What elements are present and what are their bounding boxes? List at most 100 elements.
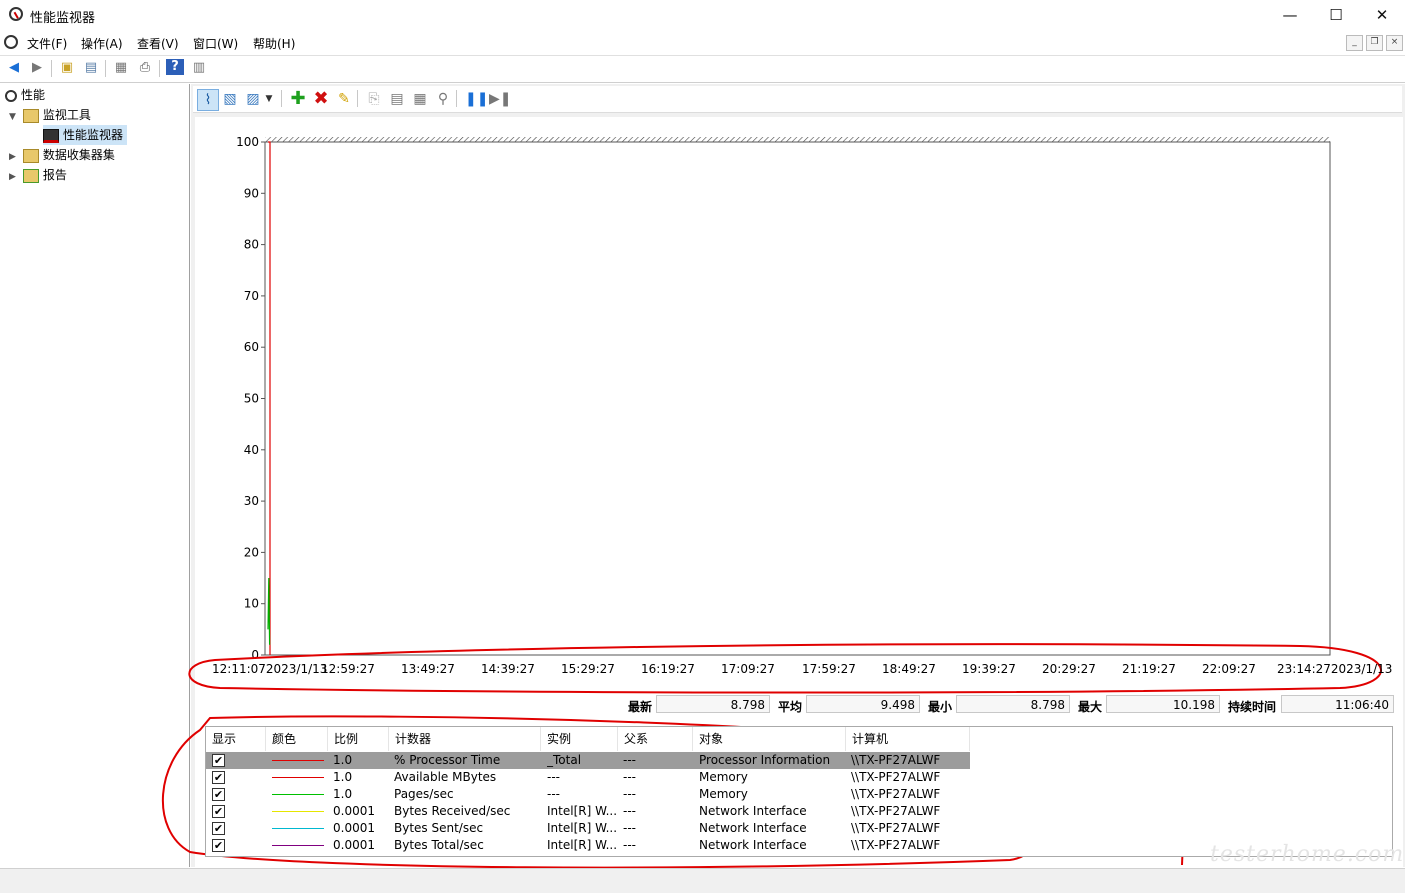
computer-cell: \\TX-PF27ALWF <box>851 821 941 835</box>
object-cell: Network Interface <box>699 821 807 835</box>
scale-cell: 0.0001 <box>333 821 375 835</box>
instance-cell: _Total <box>547 753 582 767</box>
plot-frame <box>264 141 1331 656</box>
color-swatch <box>272 845 324 846</box>
scale-cell: 1.0 <box>333 787 353 801</box>
y-tick-label: 50 <box>244 392 259 406</box>
parent-cell: --- <box>623 821 636 835</box>
instance-cell: Intel[R] W... <box>547 804 617 818</box>
x-tick-label: 23:14:272023/1/13 <box>1277 662 1393 676</box>
show-checkbox[interactable]: ✔ <box>212 822 225 835</box>
col-header-instance[interactable]: 实例 <box>541 727 618 751</box>
latest-value: 8.798 <box>656 695 770 713</box>
x-tick-label: 12:59:27 <box>321 662 375 676</box>
min-value: 8.798 <box>956 695 1070 713</box>
status-bar <box>0 868 1405 893</box>
scale-cell: 1.0 <box>333 770 353 784</box>
min-label: 最小 <box>928 700 953 714</box>
instance-cell: --- <box>547 770 560 784</box>
show-checkbox[interactable]: ✔ <box>212 754 225 767</box>
scale-cell: 0.0001 <box>333 838 375 852</box>
parent-cell: --- <box>623 804 636 818</box>
time-progress-bar <box>265 137 1330 142</box>
computer-cell: \\TX-PF27ALWF <box>851 787 941 801</box>
object-cell: Processor Information <box>699 753 831 767</box>
computer-cell: \\TX-PF27ALWF <box>851 753 941 767</box>
instance-cell: Intel[R] W... <box>547 838 617 852</box>
average-value: 9.498 <box>806 695 920 713</box>
col-header-object[interactable]: 对象 <box>693 727 846 751</box>
parent-cell: --- <box>623 753 636 767</box>
counter-cell: Bytes Received/sec <box>394 804 511 818</box>
counter-row[interactable]: ✔ 0.0001 Bytes Sent/sec Intel[R] W... --- Net… <box>206 820 970 837</box>
counter-row[interactable]: ✔ 1.0 % Processor Time _Total --- Processor I… <box>206 752 970 769</box>
col-header-computer[interactable]: 计算机 <box>846 727 970 751</box>
counter-cell: % Processor Time <box>394 753 501 767</box>
x-tick-label: 20:29:27 <box>1042 662 1096 676</box>
latest-label: 最新 <box>628 700 653 714</box>
y-tick-label: 90 <box>244 186 259 200</box>
y-tick-label: 0 <box>251 648 259 662</box>
y-tick-label: 30 <box>244 494 259 508</box>
color-swatch <box>272 760 324 761</box>
scale-cell: 0.0001 <box>333 804 375 818</box>
object-cell: Memory <box>699 770 748 784</box>
x-tick-label: 12:11:072023/1/13 <box>212 662 328 676</box>
watermark: testerhome.com <box>1210 842 1405 867</box>
x-tick-label: 15:29:27 <box>561 662 615 676</box>
col-header-scale[interactable]: 比例 <box>328 727 389 751</box>
y-tick-label: 60 <box>244 340 259 354</box>
color-swatch <box>272 828 324 829</box>
max-value: 10.198 <box>1106 695 1220 713</box>
col-header-parent[interactable]: 父系 <box>618 727 693 751</box>
computer-cell: \\TX-PF27ALWF <box>851 838 941 852</box>
show-checkbox[interactable]: ✔ <box>212 788 225 801</box>
object-cell: Network Interface <box>699 804 807 818</box>
counter-cell: Available MBytes <box>394 770 497 784</box>
x-tick-label: 21:19:27 <box>1122 662 1176 676</box>
counter-row[interactable]: ✔ 1.0 Pages/sec --- --- Memory \\TX-PF27ALWF <box>206 786 970 803</box>
show-checkbox[interactable]: ✔ <box>212 771 225 784</box>
counter-cell: Bytes Total/sec <box>394 838 484 852</box>
parent-cell: --- <box>623 787 636 801</box>
parent-cell: --- <box>623 770 636 784</box>
col-header-color[interactable]: 颜色 <box>266 727 328 751</box>
counter-cell: Pages/sec <box>394 787 454 801</box>
x-tick-label: 17:59:27 <box>802 662 856 676</box>
y-tick-label: 100 <box>236 135 259 149</box>
computer-cell: \\TX-PF27ALWF <box>851 804 941 818</box>
instance-cell: Intel[R] W... <box>547 821 617 835</box>
counter-row[interactable]: ✔ 0.0001 Bytes Total/sec Intel[R] W... --- Ne… <box>206 837 970 854</box>
y-tick-label: 40 <box>244 443 259 457</box>
y-tick-label: 80 <box>244 238 259 252</box>
object-cell: Network Interface <box>699 838 807 852</box>
col-header-show[interactable]: 显示 <box>206 727 266 751</box>
y-tick-label: 70 <box>244 289 259 303</box>
counter-row[interactable]: ✔ 1.0 Available MBytes --- --- Memory \\TX-PF2… <box>206 769 970 786</box>
counter-legend-table: 显示 颜色 比例 计数器 实例 父系 对象 计算机 ✔ 1.0 % Processo… <box>205 726 1393 857</box>
x-tick-label: 17:09:27 <box>721 662 775 676</box>
x-tick-label: 22:09:27 <box>1202 662 1256 676</box>
x-tick-label: 16:19:27 <box>641 662 695 676</box>
duration-value: 11:06:40 <box>1281 695 1394 713</box>
color-swatch <box>272 811 324 812</box>
max-label: 最大 <box>1078 700 1103 714</box>
show-checkbox[interactable]: ✔ <box>212 839 225 852</box>
parent-cell: --- <box>623 838 636 852</box>
duration-label: 持续时间 <box>1228 700 1277 714</box>
y-tick-label: 10 <box>244 597 259 611</box>
col-header-counter[interactable]: 计数器 <box>389 727 541 751</box>
color-swatch <box>272 777 324 778</box>
object-cell: Memory <box>699 787 748 801</box>
average-label: 平均 <box>778 700 803 714</box>
x-tick-label: 14:39:27 <box>481 662 535 676</box>
show-checkbox[interactable]: ✔ <box>212 805 225 818</box>
scale-cell: 1.0 <box>333 753 353 767</box>
color-swatch <box>272 794 324 795</box>
instance-cell: --- <box>547 787 560 801</box>
counter-row[interactable]: ✔ 0.0001 Bytes Received/sec Intel[R] W... --… <box>206 803 970 820</box>
x-tick-label: 19:39:27 <box>962 662 1016 676</box>
y-tick-label: 20 <box>244 545 259 559</box>
counter-cell: Bytes Sent/sec <box>394 821 484 835</box>
x-tick-label: 18:49:27 <box>882 662 936 676</box>
